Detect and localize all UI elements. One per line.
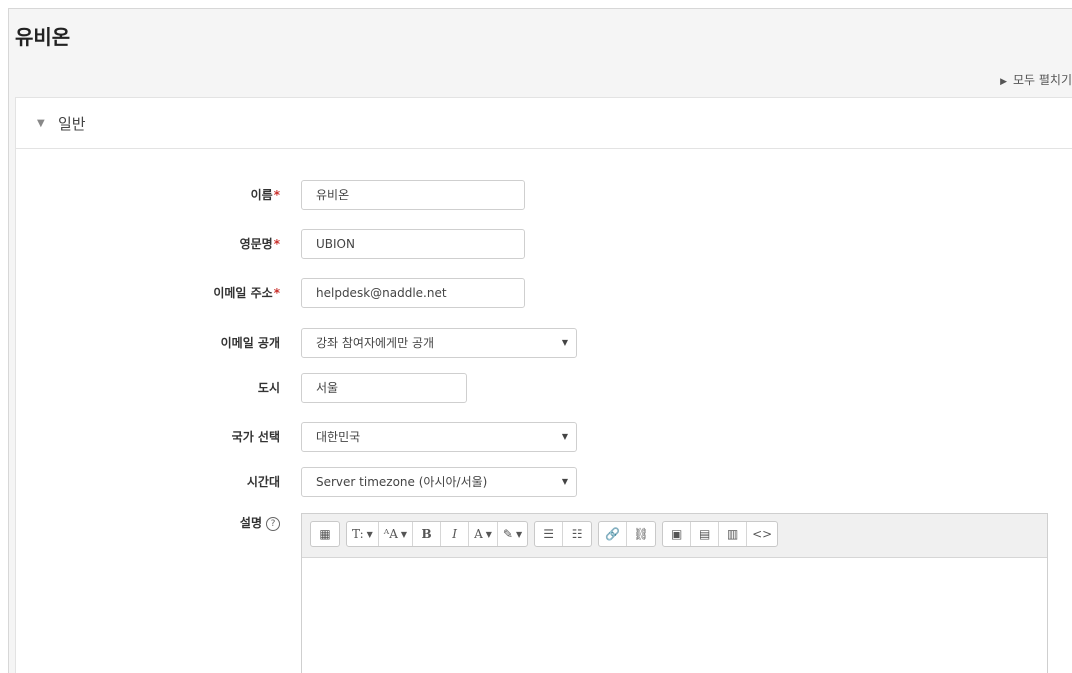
email-label: 이메일 주소* [213, 286, 280, 300]
font-size-icon: ᴬA [383, 527, 398, 541]
highlight-icon: ✎ [502, 527, 513, 541]
email-display-value: 강좌 참여자에게만 공개 [316, 336, 435, 350]
description-editor: ▦ T: ▼ ᴬA ▼ B I A ▼ ✎ ▼ ☰ ☷ 🔗 ⛓ ▣ ▤ ▥ <> [301, 513, 1048, 673]
dropdown-icon: ▼ [485, 529, 492, 539]
section-legend-label: 일반 [58, 114, 86, 133]
toolbar-group-lists: ☰ ☷ [534, 521, 593, 547]
expand-all-link[interactable]: ▶ 모두 펼치기 [1000, 71, 1072, 88]
name-input[interactable]: 유비온 [301, 180, 525, 210]
dropdown-icon: ▼ [515, 529, 523, 539]
row-timezone: 시간대 Server timezone (아시아/서울) ▼ [16, 467, 1072, 497]
expand-triangle-icon: ▶ [1000, 77, 1007, 87]
timezone-value: Server timezone (아시아/서울) [316, 475, 488, 489]
english-name-label: 영문명* [239, 237, 280, 251]
country-value: 대한민국 [316, 430, 361, 444]
timezone-select[interactable]: Server timezone (아시아/서울) ▼ [301, 467, 577, 497]
country-label: 국가 선택 [231, 430, 280, 444]
required-icon: * [273, 237, 280, 251]
required-icon: * [273, 188, 280, 202]
name-label: 이름* [250, 188, 280, 202]
toolbar-group-style: T: ▼ ᴬA ▼ B I A ▼ ✎ ▼ [346, 521, 529, 547]
required-icon: * [273, 286, 280, 300]
highlight-button[interactable]: ✎ ▼ [498, 522, 527, 546]
editor-content-area[interactable] [302, 558, 1047, 673]
editor-toolbar: ▦ T: ▼ ᴬA ▼ B I A ▼ ✎ ▼ ☰ ☷ 🔗 ⛓ ▣ ▤ ▥ <> [302, 514, 1047, 558]
timezone-label: 시간대 [246, 475, 280, 489]
section-legend-general[interactable]: ▼ 일반 [16, 98, 1072, 149]
toolbar-toggle-icon[interactable]: ▦ [311, 522, 339, 546]
chevron-down-icon: ▼ [561, 338, 568, 347]
email-input[interactable]: helpdesk@naddle.net [301, 278, 525, 308]
city-input[interactable]: 서울 [301, 373, 467, 403]
unordered-list-icon[interactable]: ☰ [535, 522, 564, 546]
italic-button[interactable]: I [441, 522, 470, 546]
general-fieldset: ▼ 일반 이름* 유비온 영문명* UBION 이메일 주소* helpdesk… [15, 97, 1072, 673]
chevron-down-icon: ▼ [561, 477, 568, 486]
row-country: 국가 선택 대한민국 ▼ [16, 422, 1072, 452]
ordered-list-icon[interactable]: ☷ [563, 522, 591, 546]
dropdown-icon: ▼ [400, 529, 408, 539]
email-display-select[interactable]: 강좌 참여자에게만 공개 ▼ [301, 328, 577, 358]
row-city: 도시 서울 [16, 373, 1072, 403]
row-email-display: 이메일 공개 강좌 참여자에게만 공개 ▼ [16, 328, 1072, 358]
city-label: 도시 [257, 381, 280, 395]
dropdown-icon: ▼ [366, 529, 373, 539]
font-color-button[interactable]: A ▼ [469, 522, 498, 546]
toolbar-group-links: 🔗 ⛓ [598, 521, 657, 547]
page-frame: 유비온 ▶ 모두 펼치기 ▼ 일반 이름* 유비온 영문명* UBION 이메일 … [8, 8, 1072, 673]
title-style-icon: T: [352, 527, 364, 541]
country-select[interactable]: 대한민국 ▼ [301, 422, 577, 452]
collapse-caret-icon: ▼ [37, 117, 45, 129]
font-size-button[interactable]: ᴬA ▼ [379, 522, 414, 546]
description-label: 설명? [240, 512, 280, 542]
bold-button[interactable]: B [413, 522, 442, 546]
email-display-label: 이메일 공개 [220, 336, 280, 350]
media-icon[interactable]: ▤ [691, 522, 720, 546]
image-icon[interactable]: ▣ [663, 522, 692, 546]
unlink-icon[interactable]: ⛓ [627, 522, 655, 546]
row-english-name: 영문명* UBION [16, 229, 1072, 259]
row-name: 이름* 유비온 [16, 180, 1072, 210]
toolbar-group-media: ▣ ▤ ▥ <> [662, 521, 779, 547]
chevron-down-icon: ▼ [561, 432, 568, 441]
english-name-input[interactable]: UBION [301, 229, 525, 259]
link-icon[interactable]: 🔗 [599, 522, 628, 546]
title-style-button[interactable]: T: ▼ [347, 522, 379, 546]
video-icon[interactable]: ▥ [719, 522, 748, 546]
html-icon[interactable]: <> [747, 522, 777, 546]
row-email: 이메일 주소* helpdesk@naddle.net [16, 278, 1072, 308]
page-title: 유비온 [15, 25, 71, 49]
toolbar-group-toggle: ▦ [310, 521, 340, 547]
help-icon[interactable]: ? [266, 517, 280, 531]
expand-all-label: 모두 펼치기 [1012, 73, 1072, 87]
font-color-icon: A [474, 527, 483, 541]
